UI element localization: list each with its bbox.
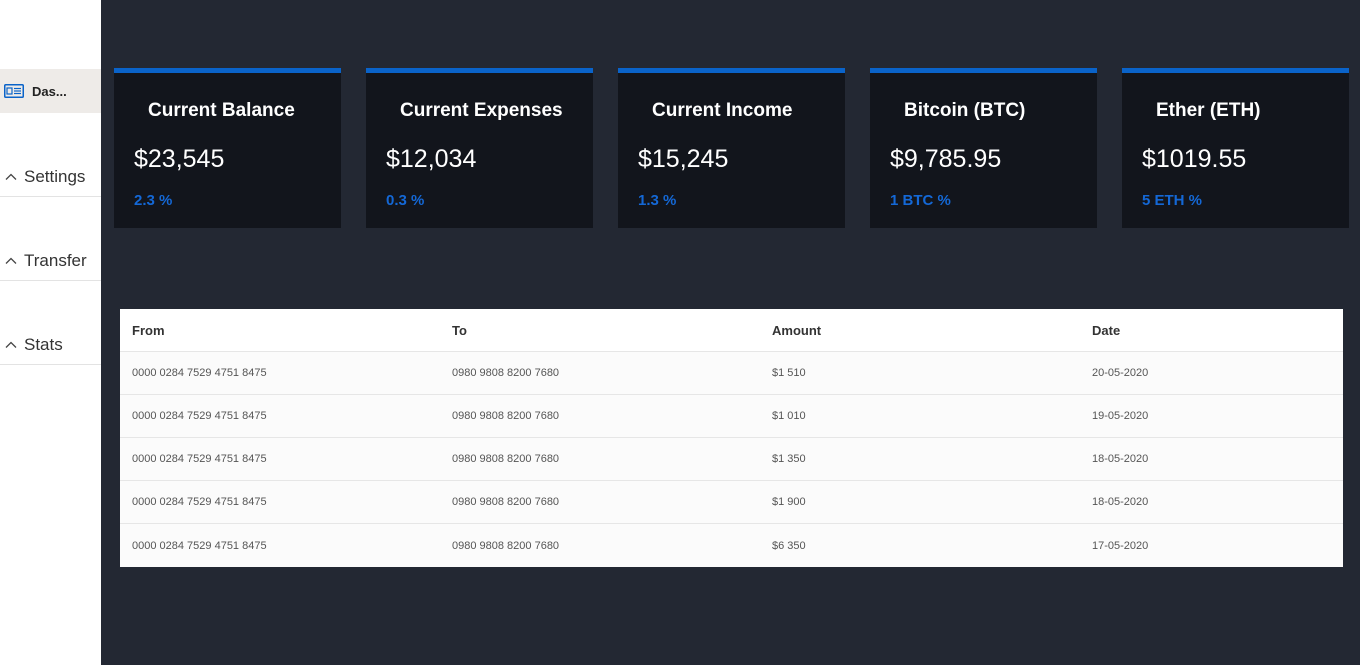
sidebar-item-dashboard[interactable]: Das...: [0, 69, 101, 113]
cell-date: 18-05-2020: [1092, 453, 1149, 465]
table-row[interactable]: 0000 0284 7529 4751 8475 0980 9808 8200 …: [120, 352, 1343, 395]
card-value: $15,245: [638, 145, 729, 173]
sidebar-group-transfer[interactable]: Transfer: [0, 241, 101, 281]
cell-to: 0980 9808 8200 7680: [452, 453, 560, 465]
sidebar-group-settings[interactable]: Settings: [0, 157, 101, 197]
cell-from: 0000 0284 7529 4751 8475: [132, 496, 267, 508]
cell-amount: $1 510: [772, 367, 806, 379]
cell-amount: $6 350: [772, 539, 806, 552]
cell-date: 18-05-2020: [1092, 496, 1149, 508]
card-change: 1 BTC %: [890, 192, 951, 209]
card-title: Current Balance: [148, 100, 295, 121]
table-row[interactable]: 0000 0284 7529 4751 8475 0980 9808 8200 …: [120, 481, 1343, 524]
cell-amount: $1 010: [772, 410, 806, 422]
card-change: 5 ETH %: [1142, 192, 1203, 209]
sidebar-group-label: Stats: [24, 334, 63, 354]
cell-date: 17-05-2020: [1092, 539, 1149, 552]
card-value: $23,545: [134, 145, 225, 173]
card-title: Current Expenses: [400, 100, 563, 121]
card-current-balance: Current Balance $23,545 2.3 %: [114, 68, 341, 228]
cell-from: 0000 0284 7529 4751 8475: [132, 410, 267, 422]
cell-from: 0000 0284 7529 4751 8475: [132, 367, 267, 379]
dashboard-icon: [4, 84, 24, 98]
table-row[interactable]: 0000 0284 7529 4751 8475 0980 9808 8200 …: [120, 524, 1343, 567]
sidebar-group-label: Settings: [24, 166, 86, 186]
cell-to: 0980 9808 8200 7680: [452, 496, 560, 508]
card-title: Current Income: [652, 100, 793, 121]
column-header-to[interactable]: To: [440, 323, 760, 338]
card-ether: Ether (ETH) $1019.55 5 ETH %: [1122, 68, 1349, 228]
card-bitcoin: Bitcoin (BTC) $9,785.95 1 BTC %: [870, 68, 1097, 228]
cell-from: 0000 0284 7529 4751 8475: [132, 539, 267, 552]
table-row[interactable]: 0000 0284 7529 4751 8475 0980 9808 8200 …: [120, 395, 1343, 438]
card-value: $1019.55: [1142, 145, 1247, 173]
card-title: Bitcoin (BTC): [904, 100, 1026, 121]
table-header: From To Amount Date: [120, 309, 1343, 352]
card-current-expenses: Current Expenses $12,034 0.3 %: [366, 68, 593, 228]
sidebar-group-label: Transfer: [24, 250, 87, 270]
cell-date: 20-05-2020: [1092, 367, 1149, 379]
cell-to: 0980 9808 8200 7680: [452, 539, 560, 552]
card-value: $12,034: [386, 145, 477, 173]
cell-to: 0980 9808 8200 7680: [452, 367, 560, 379]
cell-amount: $1 900: [772, 496, 806, 508]
table-row[interactable]: 0000 0284 7529 4751 8475 0980 9808 8200 …: [120, 438, 1343, 481]
sidebar: Das... Settings Transfer Stats: [0, 0, 101, 665]
sidebar-group-stats[interactable]: Stats: [0, 325, 101, 365]
sidebar-item-label: Das...: [32, 83, 67, 99]
card-change: 1.3 %: [638, 192, 677, 209]
card-current-income: Current Income $15,245 1.3 %: [618, 68, 845, 228]
card-title: Ether (ETH): [1156, 100, 1261, 121]
cell-amount: $1 350: [772, 453, 806, 465]
column-header-date[interactable]: Date: [1080, 323, 1343, 338]
column-header-from[interactable]: From: [120, 323, 440, 338]
chevron-up-icon: [3, 253, 19, 269]
chevron-up-icon: [3, 337, 19, 353]
cell-to: 0980 9808 8200 7680: [452, 410, 560, 422]
transactions-table: From To Amount Date 0000 0284 7529 4751 …: [120, 309, 1343, 567]
cell-date: 19-05-2020: [1092, 410, 1149, 422]
chevron-up-icon: [3, 169, 19, 185]
card-change: 2.3 %: [134, 192, 173, 209]
card-value: $9,785.95: [890, 145, 1002, 173]
cell-from: 0000 0284 7529 4751 8475: [132, 453, 267, 465]
card-change: 0.3 %: [386, 192, 425, 209]
column-header-amount[interactable]: Amount: [760, 323, 1080, 338]
